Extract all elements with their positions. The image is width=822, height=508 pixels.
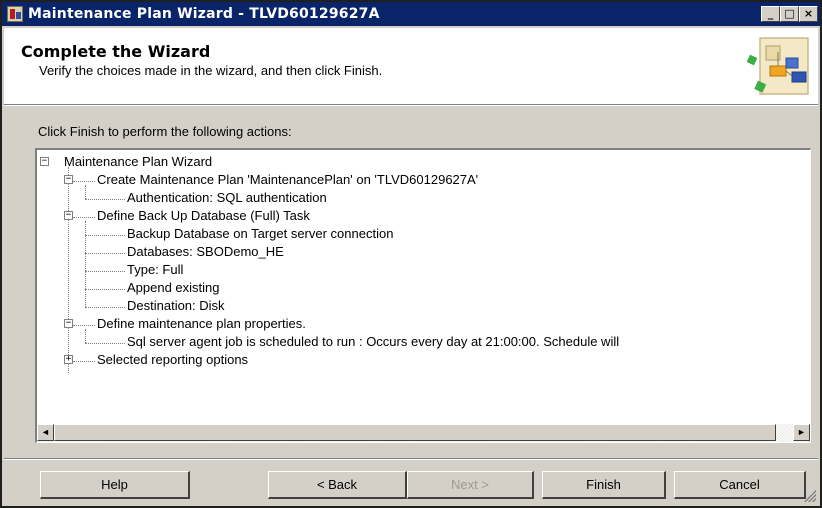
back-button[interactable]: < Back	[268, 471, 407, 499]
tree-connector	[73, 325, 95, 326]
tree-connector	[85, 329, 86, 343]
minimize-button[interactable]: _	[761, 6, 780, 22]
tree-node-root[interactable]: Maintenance Plan Wizard	[64, 154, 212, 170]
scroll-right-icon[interactable]: ►	[793, 424, 810, 441]
wizard-header: Complete the Wizard Verify the choices m…	[4, 28, 818, 104]
close-button[interactable]: ×	[799, 6, 818, 22]
instruction-text: Click Finish to perform the following ac…	[38, 124, 292, 139]
tree-connector	[73, 181, 95, 182]
collapse-icon[interactable]: −	[64, 319, 73, 328]
tree-connector	[85, 307, 125, 308]
page-subtitle: Verify the choices made in the wizard, a…	[39, 63, 383, 78]
next-button[interactable]: Next >	[407, 471, 534, 499]
tree-node-append[interactable]: Append existing	[127, 280, 220, 296]
tree-connector	[85, 221, 86, 307]
maximize-button[interactable]: □	[780, 6, 799, 22]
wizard-window: Maintenance Plan Wizard - TLVD60129627A …	[0, 0, 822, 508]
wizard-banner-icon	[746, 37, 809, 95]
tree-connector	[85, 343, 125, 344]
expand-icon[interactable]: +	[64, 355, 73, 364]
tree-node-authentication[interactable]: Authentication: SQL authentication	[127, 190, 327, 206]
collapse-icon[interactable]: −	[64, 175, 73, 184]
tree-connector	[85, 271, 125, 272]
collapse-icon[interactable]: −	[40, 157, 49, 166]
tree-connector	[73, 361, 95, 362]
tree-connector	[85, 185, 86, 199]
scrollbar-thumb[interactable]	[54, 424, 776, 441]
tree-connector	[85, 289, 125, 290]
tree-connector	[85, 199, 125, 200]
header-divider	[4, 104, 818, 106]
cancel-button[interactable]: Cancel	[674, 471, 806, 499]
app-icon[interactable]	[7, 6, 23, 22]
tree-node-backup-target[interactable]: Backup Database on Target server connect…	[127, 226, 393, 242]
tree-connector	[68, 167, 69, 373]
tree-connector	[73, 217, 95, 218]
window-title: Maintenance Plan Wizard - TLVD60129627A	[28, 6, 380, 22]
resize-grip-icon[interactable]	[804, 490, 816, 502]
tree-node-destination[interactable]: Destination: Disk	[127, 298, 225, 314]
tree-node-type[interactable]: Type: Full	[127, 262, 183, 278]
help-button[interactable]: Help	[40, 471, 190, 499]
actions-tree[interactable]: − Maintenance Plan Wizard − Create Maint…	[35, 148, 811, 443]
tree-node-databases[interactable]: Databases: SBODemo_HE	[127, 244, 284, 260]
tree-node-reporting[interactable]: Selected reporting options	[97, 352, 248, 368]
collapse-icon[interactable]: −	[64, 211, 73, 220]
tree-content: − Maintenance Plan Wizard − Create Maint…	[37, 150, 810, 424]
title-bar[interactable]: Maintenance Plan Wizard - TLVD60129627A …	[2, 2, 820, 26]
page-title: Complete the Wizard	[21, 42, 211, 61]
scroll-left-icon[interactable]: ◄	[37, 424, 54, 441]
tree-node-create-plan[interactable]: Create Maintenance Plan 'MaintenancePlan…	[97, 172, 478, 188]
finish-button[interactable]: Finish	[542, 471, 666, 499]
tree-node-schedule[interactable]: Sql server agent job is scheduled to run…	[127, 334, 619, 350]
tree-connector	[85, 253, 125, 254]
footer-divider	[4, 458, 818, 460]
tree-node-backup-task[interactable]: Define Back Up Database (Full) Task	[97, 208, 310, 224]
horizontal-scrollbar[interactable]: ◄ ►	[37, 424, 810, 442]
tree-connector	[85, 235, 125, 236]
tree-node-plan-properties[interactable]: Define maintenance plan properties.	[97, 316, 306, 332]
